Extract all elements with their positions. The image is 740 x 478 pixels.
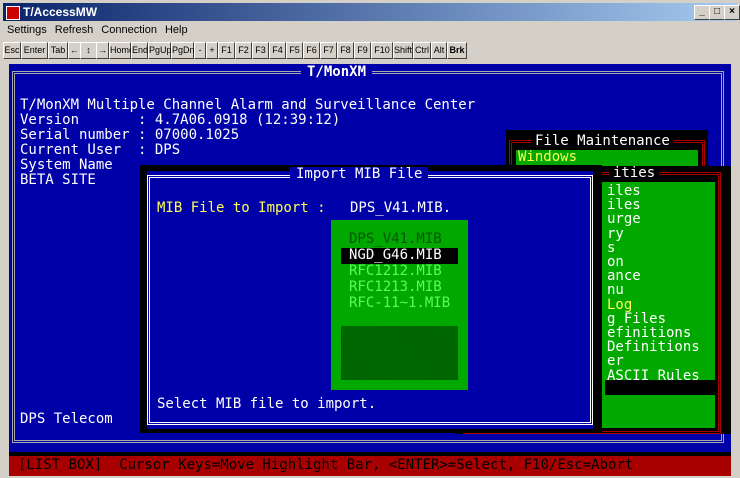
key-shift[interactable]: Shift [393, 42, 413, 59]
key-right-arrow[interactable]: → [96, 42, 109, 59]
key-updown-arrow[interactable]: ↕ [80, 42, 97, 59]
key-minus[interactable]: - [194, 42, 206, 59]
key-home[interactable]: Home [109, 42, 134, 59]
utilities-menu-item[interactable]: ASCII Rules [607, 368, 700, 384]
mib-file-item[interactable]: RFC1212.MIB [349, 264, 442, 279]
key-enter[interactable]: Enter [21, 42, 48, 59]
key-f9[interactable]: F9 [354, 42, 371, 59]
version-text: Version : 4.7A06.0918 (12:39:12) [20, 112, 341, 128]
key-end[interactable]: End [131, 42, 148, 59]
utilities-menu-title: ities [609, 166, 660, 181]
key-f10[interactable]: F10 [371, 42, 393, 59]
window-title: T/AccessMW [23, 5, 98, 19]
header-text: T/MonXM Multiple Channel Alarm and Surve… [20, 97, 476, 113]
company-text: DPS Telecom [20, 411, 113, 427]
key-f2[interactable]: F2 [235, 42, 252, 59]
key-pgup[interactable]: PgUp [148, 42, 172, 59]
key-pgdn[interactable]: PgDn [171, 42, 195, 59]
dialog-title: Import MIB File [290, 167, 429, 182]
dialog-footer-hint: Select MIB file to import. [157, 396, 377, 412]
system-name-label: System Name [20, 157, 113, 173]
key-plus[interactable]: + [206, 42, 218, 59]
mib-file-item[interactable]: DPS_V41.MIB [349, 232, 442, 247]
mib-file-item[interactable]: RFC1213.MIB [349, 280, 442, 295]
mib-file-label: MIB File to Import : [157, 200, 326, 216]
key-f6[interactable]: F6 [303, 42, 320, 59]
menu-refresh[interactable]: Refresh [51, 23, 98, 37]
user-text: Current User : DPS [20, 142, 181, 158]
mib-file-input[interactable]: DPS_V41.MIB. [350, 201, 451, 216]
title-bar: T/AccessMW _ □ × [3, 3, 740, 21]
file-maintenance-title: File Maintenance [531, 134, 674, 149]
key-tab[interactable]: Tab [48, 42, 68, 59]
serial-text: Serial number : 07000.1025 [20, 127, 240, 143]
key-toolbar: Esc Enter Tab ← ↕ → Home End PgUp PgDn -… [3, 40, 737, 60]
close-button[interactable]: × [724, 5, 740, 20]
key-f7[interactable]: F7 [320, 42, 337, 59]
maximize-button[interactable]: □ [709, 5, 725, 20]
site-text: BETA SITE [20, 172, 96, 188]
menu-connection[interactable]: Connection [97, 23, 161, 37]
key-f5[interactable]: F5 [286, 42, 303, 59]
key-f1[interactable]: F1 [218, 42, 235, 59]
key-esc[interactable]: Esc [3, 42, 21, 59]
app-icon [6, 6, 20, 20]
screen-title: T/MonXM [301, 64, 373, 80]
status-text: [LIST BOX] Cursor Keys=Move Highlight Ba… [18, 457, 634, 473]
key-alt[interactable]: Alt [431, 42, 447, 59]
menu-bar: Settings Refresh Connection Help [3, 23, 192, 39]
menu-help[interactable]: Help [161, 23, 192, 37]
key-f4[interactable]: F4 [269, 42, 286, 59]
key-brk[interactable]: Brk [447, 42, 467, 59]
minimize-button[interactable]: _ [694, 5, 710, 20]
mib-file-item[interactable]: NGD_G46.MIB [349, 248, 442, 263]
terminal-screen: T/MonXM T/MonXM Multiple Channel Alarm a… [9, 64, 731, 476]
key-f8[interactable]: F8 [337, 42, 354, 59]
key-ctrl[interactable]: Ctrl [413, 42, 431, 59]
menu-settings[interactable]: Settings [3, 23, 51, 37]
app-window: T/AccessMW _ □ × Settings Refresh Connecti… [0, 0, 740, 478]
mib-file-item[interactable]: RFC-11~1.MIB [349, 296, 450, 311]
key-f3[interactable]: F3 [252, 42, 269, 59]
file-maintenance-item-windows[interactable]: Windows [518, 150, 577, 165]
